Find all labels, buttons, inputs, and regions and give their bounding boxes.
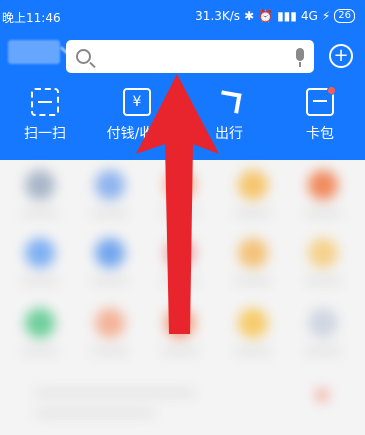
app-icon	[165, 308, 195, 338]
status-time: 晚上11:46	[2, 11, 61, 25]
app-icon	[165, 238, 195, 268]
app-label-placeholder	[92, 210, 128, 216]
app-icon	[165, 170, 195, 200]
feed-line-placeholder	[35, 390, 195, 396]
app-label-placeholder	[305, 348, 341, 354]
feed-line-placeholder	[35, 410, 155, 416]
app-label-placeholder	[162, 210, 198, 216]
network-speed: 31.3K/s	[195, 9, 241, 23]
app-label-placeholder	[22, 348, 58, 354]
card-icon	[306, 86, 336, 116]
quick-action-label: 付钱/收钱	[106, 126, 168, 142]
scan-icon	[31, 88, 59, 116]
search-icon	[76, 49, 91, 64]
app-icon	[238, 238, 268, 268]
battery-level: 26	[334, 9, 355, 23]
bluetooth-icon: ✱	[244, 9, 255, 23]
signal-icon: ▮▮▮	[277, 9, 297, 23]
add-button[interactable]: +	[329, 44, 353, 68]
quick-action-label: 出行	[215, 126, 243, 142]
search-bar[interactable]	[66, 40, 314, 73]
app-label-placeholder	[92, 348, 128, 354]
quick-action-travel[interactable]: 出行	[194, 82, 264, 143]
quick-action-label: 扫一扫	[24, 126, 66, 142]
app-label-placeholder	[305, 278, 341, 284]
charging-icon: ⚡	[321, 9, 331, 23]
app-label-placeholder	[162, 348, 198, 354]
app-icon	[25, 308, 55, 338]
app-icon	[25, 170, 55, 200]
app-label-placeholder	[235, 210, 271, 216]
network-type: 4G	[300, 9, 318, 23]
app-label-placeholder	[22, 278, 58, 284]
app-label-placeholder	[305, 210, 341, 216]
app-icon	[95, 308, 125, 338]
app-label-placeholder	[162, 278, 198, 284]
status-bar: 晚上11:46 31.3K/s ✱ ⏰ ▮▮▮ 4G ⚡ 26	[0, 0, 365, 32]
location-selector[interactable]	[8, 40, 72, 64]
quick-action-label: 卡包	[306, 126, 334, 142]
app-icon	[308, 308, 338, 338]
travel-icon	[215, 88, 243, 116]
app-label-placeholder	[92, 278, 128, 284]
app-icon	[25, 238, 55, 268]
quick-action-cards[interactable]: 卡包	[285, 82, 355, 143]
quick-action-scan[interactable]: 扫一扫	[10, 82, 80, 143]
app-icon	[95, 170, 125, 200]
quick-action-pay[interactable]: ¥ 付钱/收钱	[102, 82, 172, 143]
notification-dot	[327, 86, 336, 95]
alarm-icon: ⏰	[258, 9, 274, 23]
app-label-placeholder	[235, 348, 271, 354]
app-icon	[308, 238, 338, 268]
yen-icon: ¥	[123, 88, 151, 116]
app-icon	[238, 170, 268, 200]
app-icon	[238, 308, 268, 338]
app-label-placeholder	[235, 278, 271, 284]
app-header: 晚上11:46 31.3K/s ✱ ⏰ ▮▮▮ 4G ⚡ 26 + 扫一扫 ¥ …	[0, 0, 365, 160]
feed-dot	[315, 388, 329, 402]
microphone-icon[interactable]	[296, 48, 304, 67]
app-icon	[95, 238, 125, 268]
blurred-app-grid	[0, 160, 365, 435]
app-label-placeholder	[22, 210, 58, 216]
app-icon	[308, 170, 338, 200]
status-right: 31.3K/s ✱ ⏰ ▮▮▮ 4G ⚡ 26	[195, 9, 355, 23]
